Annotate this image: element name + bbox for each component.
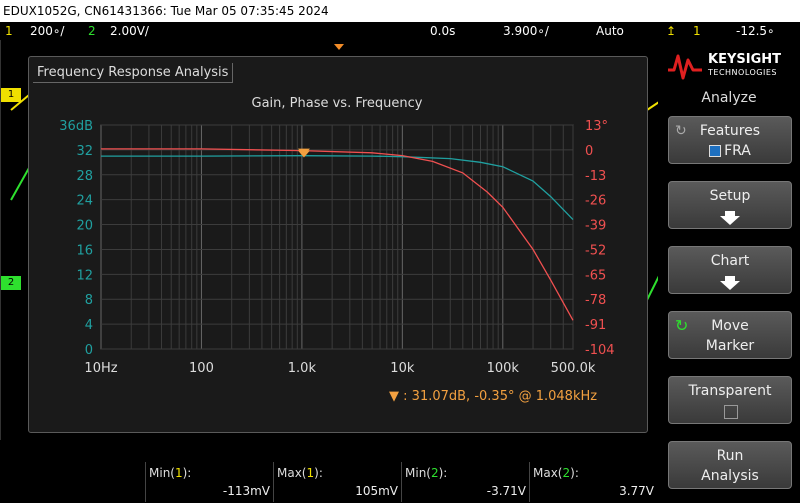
fra-checkbox-icon [709,145,722,157]
trigger-channel[interactable]: 1 [693,22,701,40]
submenu-arrow-icon [720,276,740,290]
y-right-tick-label: -91 [585,318,606,333]
y-left-tick-label: 12 [76,268,93,283]
y-left-tick-label: 28 [76,169,93,184]
trigger-level[interactable]: -12.5∘ [736,22,775,40]
title-text: EDUX1052G, CN61431366: Tue Mar 05 07:35:… [3,4,329,18]
keysight-wave-icon [668,54,702,80]
measurement-max-ch1[interactable]: Max(1): 105mV [274,464,402,500]
ch2-scale[interactable]: 2.00V/ [110,22,149,40]
marker-readout-prefix: : [403,389,408,404]
y-right-tick-label: -65 [585,268,606,283]
y-right-tick-label: -52 [585,243,606,258]
meas-value: -3.71V [486,484,526,498]
status-bar: 1 200∘/ 2 2.00V/ 0.0s 3.900∘/ Auto ↥ 1 -… [0,22,800,40]
y-left-tick-label: 8 [85,293,93,308]
y-right-tick-label: 13° [585,119,608,134]
keysight-logo: KEYSIGHT TECHNOLOGIES [666,46,794,82]
meas-label-close: ): [438,466,448,480]
measurement-max-ch2[interactable]: Max(2): 3.77V [530,464,658,500]
features-button[interactable]: ↻ Features FRA [668,116,792,164]
softkey-sidebar: KEYSIGHT TECHNOLOGIES Analyze ↻ Features … [658,40,800,503]
marker-label: Marker [705,338,755,354]
move-marker-button[interactable]: ↻ Move Marker [668,311,792,359]
y-left-tick-label: 0 [85,343,93,358]
trigger-mode[interactable]: Auto [596,22,624,40]
run-analysis-button[interactable]: Run Analysis [668,441,792,489]
meas-channel: 2 [430,466,439,480]
meas-value: 105mV [355,484,398,498]
meas-channel: 1 [174,466,183,480]
title-bar: EDUX1052G, CN61431366: Tue Mar 05 07:35:… [0,0,800,22]
measurement-min-ch2[interactable]: Min(2): -3.71V [402,464,530,500]
x-tick-label: 500.0k [551,361,596,376]
y-right-tick-label: 0 [585,144,593,159]
transparent-label: Transparent [688,383,772,399]
marker-readout-value: 31.07dB, -0.35° @ 1.048kHz [411,389,598,404]
meas-label: Min( [405,466,431,480]
meas-value: -113mV [222,484,270,498]
submenu-arrow-icon [720,211,740,225]
y-right-tick-label: -104 [585,343,615,358]
menu-title: Analyze [701,90,757,106]
transparent-checkbox-icon [724,405,738,419]
y-left-tick-label: 32 [76,144,93,159]
chart-label: Chart [710,253,750,269]
y-right-tick-label: -39 [585,219,606,234]
fra-window-title: Frequency Response Analysis [33,63,234,83]
y-right-tick-label: -78 [585,293,606,308]
transparent-button[interactable]: Transparent [668,376,792,424]
meas-label: Min( [149,466,175,480]
meas-label-close: ): [314,466,323,480]
x-tick-label: 100 [189,361,214,376]
marker-readout-icon: ▼ [389,389,399,404]
ch2-trace-left [10,167,30,201]
plot-area [100,124,574,350]
ch1-number[interactable]: 1 [5,22,13,40]
y-right-tick-label: -26 [585,194,606,209]
meas-channel: 1 [306,466,315,480]
y-left-tick-label: 24 [76,194,93,209]
meas-value: 3.77V [619,484,654,498]
fra-window: Frequency Response Analysis Gain, Phase … [28,56,648,433]
trigger-position-marker [334,44,344,50]
meas-label-close: ): [182,466,192,480]
run-label: Run [716,448,744,464]
setup-button[interactable]: Setup [668,181,792,229]
y-right-tick-label: -13 [585,169,606,184]
ch2-ground-marker[interactable]: 2 [1,276,21,290]
measurement-bar: Min(1): -113mV Max(1): 105mV Min(2): -3.… [0,462,658,503]
move-label: Move [711,318,749,334]
meas-label-close: ): [570,466,579,480]
chart-title: Gain, Phase vs. Frequency [252,96,423,111]
features-label: Features [699,123,761,139]
meas-label: Max( [277,466,307,480]
brand-name: KEYSIGHT [708,52,781,67]
x-tick-label: 100k [487,361,520,376]
features-value: FRA [724,143,751,159]
analysis-label: Analysis [701,468,759,484]
y-left-tick-label: 36dB [59,119,93,134]
time-position[interactable]: 0.0s [430,22,455,40]
y-left-tick-label: 16 [76,243,93,258]
trigger-edge-icon: ↥ [666,24,677,38]
marker-readout: ▼ : 31.07dB, -0.35° @ 1.048kHz [389,389,597,404]
y-left-tick-label: 4 [85,318,93,333]
chart-button[interactable]: Chart [668,246,792,294]
measurement-min-ch1[interactable]: Min(1): -113mV [146,464,274,500]
x-tick-label: 10k [390,361,415,376]
ch1-ground-marker[interactable]: 1 [1,88,21,102]
meas-label: Max( [533,466,563,480]
timebase[interactable]: 3.900∘/ [503,22,549,40]
setup-label: Setup [709,188,751,204]
brand-sub: TECHNOLOGIES [708,68,777,77]
ch1-scale[interactable]: 200∘/ [30,22,64,40]
x-tick-label: 1.0k [288,361,317,376]
meas-channel: 2 [562,466,571,480]
y-left-tick-label: 20 [76,219,93,234]
x-tick-label: 10Hz [84,361,117,376]
ch2-number[interactable]: 2 [88,22,96,40]
fra-chart: Gain, Phase vs. Frequency 0 4 8 12 16 20 24 28 32… [59,96,615,376]
